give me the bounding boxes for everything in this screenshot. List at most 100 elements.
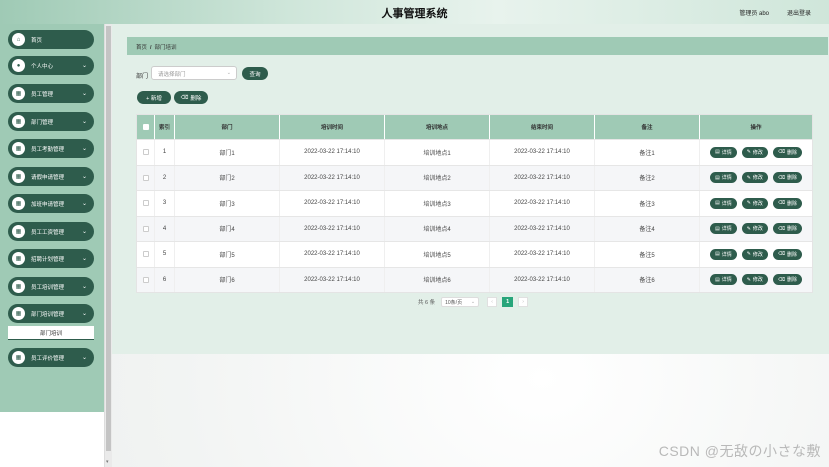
detail-icon: ▤ — [714, 149, 720, 156]
row-select-cell — [137, 165, 155, 190]
cell-dept: 部门2 — [175, 165, 280, 190]
edit-label: 修改 — [752, 149, 763, 156]
cell-start-time: 2022-03-22 17:14:10 — [280, 242, 385, 267]
grid-icon: ▦ — [12, 307, 25, 320]
page-size-select[interactable]: 10条/页 ⌄ — [441, 297, 480, 307]
delete-button[interactable]: ⌫ 删除 — [772, 274, 803, 286]
sidebar-item[interactable]: ● 个人中心 ⌄ — [8, 56, 94, 75]
logout-link[interactable]: 退出登录 — [787, 8, 811, 17]
cell-place: 培训地点2 — [385, 165, 490, 190]
sidebar-item-label: 个人中心 — [31, 63, 54, 70]
main-content: 首页 / 部门培训 部门 请选择部门 ⌄ 查询 + 新增 ⌫ 删除 索引 部门 培训时… — [112, 24, 829, 467]
edit-button[interactable]: ✎ 修改 — [741, 274, 768, 286]
delete-label: 删除 — [787, 251, 798, 258]
row-checkbox[interactable] — [142, 174, 149, 181]
delete-button[interactable]: ⌫ 删除 — [772, 172, 803, 184]
sidebar-item[interactable]: ⌂ 首页 — [8, 30, 94, 49]
sidebar-item-label: 部门管理 — [31, 119, 54, 126]
detail-button[interactable]: ▤ 详情 — [709, 172, 737, 184]
top-header: 人事管理系统 管理员 abo 退出登录 — [0, 0, 829, 24]
chevron-down-icon: ⌄ — [470, 299, 476, 305]
scroll-thumb[interactable] — [106, 26, 111, 451]
submenu-item-label: 部门培训 — [40, 331, 63, 337]
cell-index: 6 — [155, 267, 175, 292]
sidebar-item[interactable]: ▦ 加班申请管理 ⌄ — [8, 194, 94, 213]
delete-label: 删除 — [787, 149, 798, 156]
header-select-all[interactable] — [137, 115, 155, 139]
delete-button[interactable]: ⌫ 删除 — [772, 223, 803, 235]
row-checkbox[interactable] — [142, 225, 149, 232]
edit-icon: ✎ — [746, 200, 751, 207]
edit-button[interactable]: ✎ 修改 — [741, 223, 768, 235]
scroll-down-arrow-icon[interactable]: ▾ — [106, 459, 109, 465]
cell-note: 备注4 — [595, 216, 700, 241]
row-checkbox[interactable] — [142, 149, 149, 156]
row-actions: ▤ 详情 ✎ 修改 ⌫ 删除 — [709, 274, 803, 286]
sidebar-item-label: 部门培训管理 — [31, 311, 65, 318]
search-button[interactable]: 查询 — [242, 67, 268, 80]
detail-button[interactable]: ▤ 详情 — [709, 223, 737, 235]
edit-label: 修改 — [752, 226, 763, 233]
breadcrumb-home[interactable]: 首页 — [136, 45, 147, 51]
edit-button[interactable]: ✎ 修改 — [741, 248, 768, 260]
chevron-down-icon: ⌄ — [81, 284, 87, 290]
select-all-checkbox[interactable] — [142, 124, 149, 130]
cell-dept: 部门5 — [175, 242, 280, 267]
sidebar-item[interactable]: ▦ 部门管理 ⌄ — [8, 112, 94, 131]
table-body: 1 部门1 2022-03-22 17:14:10 培训地点1 2022-03-22 1… — [137, 139, 812, 292]
cell-actions: ▤ 详情 ✎ 修改 ⌫ 删除 — [700, 242, 812, 267]
sidebar-item-label: 员工考勤管理 — [31, 146, 65, 153]
delete-label: 删除 — [787, 226, 798, 233]
chevron-down-icon: ⌄ — [81, 256, 87, 262]
sidebar-item[interactable]: ▦ 员工考勤管理 ⌄ — [8, 139, 94, 158]
submenu-item-dept-training[interactable]: 部门培训 — [8, 326, 94, 340]
sidebar: ⌂ 首页 ● 个人中心 ⌄ ▦ 员工管理 ⌄ ▦ 部门管理 ⌄ ▦ 员工考勤管理 ⌄ ▦ 请假申请管理 ⌄ ▦ 加班… — [0, 24, 104, 467]
sidebar-item[interactable]: ▦ 员工评价管理 ⌄ — [8, 348, 94, 367]
cell-index: 3 — [155, 191, 175, 216]
sidebar-item-label: 员工评价管理 — [31, 355, 65, 362]
row-select-cell — [137, 191, 155, 216]
detail-button[interactable]: ▤ 详情 — [709, 197, 737, 209]
prev-page-button[interactable]: ‹ — [487, 297, 498, 307]
grid-icon: ▦ — [12, 197, 25, 210]
detail-button[interactable]: ▤ 详情 — [709, 274, 737, 286]
chevron-down-icon: ⌄ — [81, 146, 87, 152]
delete-button[interactable]: ⌫ 删除 — [772, 248, 803, 260]
cell-actions: ▤ 详情 ✎ 修改 ⌫ 删除 — [700, 140, 812, 165]
delete-button[interactable]: ⌫ 删除 — [772, 146, 803, 158]
cell-index: 4 — [155, 216, 175, 241]
cell-place: 培训地点6 — [385, 267, 490, 292]
sidebar-item[interactable]: ▦ 员工管理 ⌄ — [8, 84, 94, 103]
sidebar-scrollbar[interactable]: ▾ — [104, 24, 112, 467]
next-page-button[interactable]: › — [518, 297, 529, 307]
edit-button[interactable]: ✎ 修改 — [741, 172, 768, 184]
cell-note: 备注6 — [595, 267, 700, 292]
detail-icon: ▤ — [714, 174, 720, 181]
trash-icon: ⌫ — [777, 225, 786, 232]
edit-button[interactable]: ✎ 修改 — [741, 197, 768, 209]
sidebar-item[interactable]: ▦ 招聘计划管理 ⌄ — [8, 249, 94, 268]
row-select-cell — [137, 216, 155, 241]
edit-button[interactable]: ✎ 修改 — [741, 146, 768, 158]
sidebar-item[interactable]: ▦ 员工工资管理 ⌄ — [8, 222, 94, 241]
detail-button[interactable]: ▤ 详情 — [709, 146, 737, 158]
row-checkbox[interactable] — [142, 251, 149, 258]
sidebar-item-label: 员工工资管理 — [31, 229, 65, 236]
page-number-current[interactable]: 1 — [502, 297, 514, 307]
cell-note: 备注5 — [595, 242, 700, 267]
current-user: 管理员 abo — [739, 11, 769, 17]
sidebar-item[interactable]: ▦ 请假申请管理 ⌄ — [8, 167, 94, 186]
delete-button[interactable]: ⌫ 删除 — [772, 197, 803, 209]
sidebar-item[interactable]: ▦ 部门培训管理 ⌄ — [8, 304, 94, 323]
sidebar-item[interactable]: ▦ 员工培训管理 ⌄ — [8, 277, 94, 296]
row-checkbox[interactable] — [142, 276, 149, 283]
add-button[interactable]: + 新增 — [137, 91, 171, 104]
detail-button[interactable]: ▤ 详情 — [709, 248, 737, 260]
header-index: 索引 — [155, 115, 175, 139]
row-checkbox[interactable] — [142, 200, 149, 207]
sidebar-item-label: 员工培训管理 — [31, 284, 65, 291]
dept-select[interactable]: 请选择部门 ⌄ — [151, 66, 237, 80]
cell-end-time: 2022-03-22 17:14:10 — [490, 216, 595, 241]
batch-delete-button[interactable]: ⌫ 删除 — [174, 91, 208, 104]
grid-icon: ▦ — [12, 252, 25, 265]
